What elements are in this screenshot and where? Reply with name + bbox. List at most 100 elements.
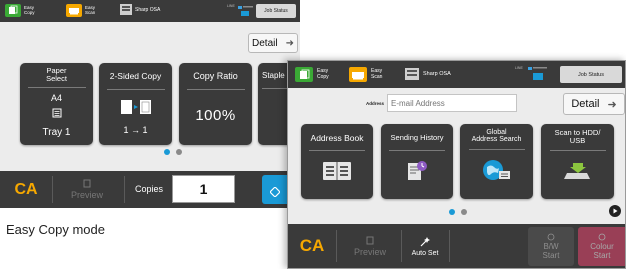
email-address-input[interactable] bbox=[387, 94, 517, 112]
sharp-osa-icon bbox=[120, 4, 132, 15]
scan-to-hdd-usb-title-line2: USB bbox=[569, 135, 586, 145]
divider bbox=[52, 176, 53, 203]
tab-sharp-osa[interactable]: Sharp OSA bbox=[405, 68, 451, 80]
sharp-osa-icon bbox=[405, 68, 419, 80]
tab-easy-copy-line2: Copy bbox=[24, 9, 35, 15]
preview-icon bbox=[83, 179, 91, 190]
line-status-text: LINE bbox=[227, 4, 235, 8]
network-status-icon bbox=[528, 66, 548, 87]
sending-history-tile[interactable]: Sending History bbox=[381, 124, 453, 199]
duplex-icon bbox=[119, 98, 153, 121]
tile-divider bbox=[389, 149, 445, 151]
page-dot-active[interactable] bbox=[164, 149, 170, 155]
play-arrow-icon bbox=[613, 208, 618, 214]
top-bar: Easy Copy Easy Scan Sharp OSA LINE Job S… bbox=[288, 61, 625, 88]
easy-copy-screen: Easy Copy Easy Scan Sharp OSA LINE Job S… bbox=[0, 0, 300, 208]
tab-sharp-osa[interactable]: Sharp OSA bbox=[120, 4, 160, 15]
two-sided-copy-title: 2-Sided Copy bbox=[109, 71, 162, 81]
copies-input[interactable]: 1 bbox=[172, 175, 235, 203]
colour-start-line2: Start bbox=[593, 250, 611, 260]
copies-label: Copies bbox=[135, 184, 164, 194]
tile-divider bbox=[309, 149, 365, 151]
easy-copy-icon bbox=[295, 67, 313, 82]
global-address-search-icon bbox=[482, 158, 512, 187]
address-book-tile[interactable]: Address Book bbox=[301, 124, 373, 199]
tab-easy-copy[interactable]: Easy Copy bbox=[5, 4, 35, 17]
preview-button[interactable]: Preview bbox=[340, 224, 400, 268]
scan-to-hdd-usb-icon bbox=[563, 159, 593, 186]
colour-start-button[interactable]: Colour Start bbox=[578, 227, 625, 266]
copy-ratio-value: 100% bbox=[195, 107, 236, 125]
job-status-button[interactable]: Job Status bbox=[560, 66, 622, 83]
tile-divider bbox=[106, 88, 165, 90]
address-book-title: Address Book bbox=[310, 133, 364, 143]
auto-set-button[interactable]: Auto Set bbox=[402, 224, 448, 268]
paper-tray-icon bbox=[52, 105, 62, 123]
easy-scan-icon bbox=[66, 4, 82, 17]
preview-button[interactable]: Preview bbox=[56, 171, 118, 208]
divider bbox=[449, 230, 450, 262]
paper-size-value: A4 bbox=[50, 92, 62, 103]
paper-select-title-line2: Select bbox=[46, 73, 67, 83]
divider bbox=[124, 176, 125, 203]
sending-history-title: Sending History bbox=[390, 133, 444, 142]
global-address-search-title-line2: Address Search bbox=[471, 136, 522, 144]
tab-easy-copy[interactable]: Easy Copy bbox=[295, 67, 329, 82]
bottom-bar: CA Preview Auto Set B/W Start Colour Sta… bbox=[288, 224, 625, 268]
easy-copy-icon bbox=[5, 4, 21, 17]
tab-sharp-osa-label: Sharp OSA bbox=[423, 71, 451, 77]
bw-start-line2: Start bbox=[542, 250, 560, 260]
tile-divider bbox=[468, 148, 525, 150]
address-book-icon bbox=[322, 161, 352, 186]
top-bar: Easy Copy Easy Scan Sharp OSA LINE Job S… bbox=[0, 0, 300, 22]
tab-easy-copy-line2: Copy bbox=[317, 73, 329, 80]
easy-scan-screen: Easy Copy Easy Scan Sharp OSA LINE Job S… bbox=[287, 60, 626, 269]
right-arrow-icon: ➜ bbox=[607, 98, 617, 111]
preview-label: Preview bbox=[70, 190, 103, 200]
copy-ratio-title: Copy Ratio bbox=[193, 71, 238, 81]
tile-divider bbox=[186, 89, 245, 91]
two-sided-copy-value: 1 → 1 bbox=[123, 124, 148, 135]
detail-button-label: Detail bbox=[252, 37, 278, 49]
detail-button[interactable]: Detail ➜ bbox=[248, 33, 298, 53]
tab-easy-scan-line2: Scan bbox=[371, 73, 383, 80]
paper-tray-value: Tray 1 bbox=[42, 126, 71, 138]
paper-select-tile[interactable]: Paper Select A4 Tray 1 bbox=[20, 63, 93, 145]
caption-easy-copy-mode: Easy Copy mode bbox=[6, 222, 105, 237]
detail-button-label: Detail bbox=[571, 98, 600, 110]
page-dot[interactable] bbox=[176, 149, 182, 155]
tab-easy-scan[interactable]: Easy Scan bbox=[349, 67, 382, 82]
bw-start-button[interactable]: B/W Start bbox=[528, 227, 574, 266]
line-status-text: LINE bbox=[515, 66, 523, 70]
staple-title: Staple bbox=[262, 71, 285, 80]
auto-set-icon bbox=[419, 236, 431, 250]
tile-divider bbox=[27, 86, 86, 88]
copy-ratio-tile[interactable]: Copy Ratio 100% bbox=[179, 63, 252, 145]
global-address-search-title-line1: Global bbox=[486, 129, 507, 136]
detail-button[interactable]: Detail ➜ bbox=[563, 93, 625, 115]
tab-easy-scan-line2: Scan bbox=[85, 9, 96, 15]
ca-button[interactable]: CA bbox=[292, 224, 332, 268]
ca-button[interactable]: CA bbox=[6, 171, 46, 208]
scan-to-hdd-usb-tile[interactable]: Scan to HDD/ USB bbox=[541, 124, 614, 199]
next-page-button[interactable] bbox=[609, 205, 621, 217]
preview-icon bbox=[366, 236, 374, 247]
start-diamond-icon bbox=[269, 184, 281, 202]
page-dot-active[interactable] bbox=[449, 209, 455, 215]
sending-history-icon bbox=[405, 159, 429, 188]
right-arrow-icon: ➜ bbox=[285, 37, 294, 49]
tab-easy-scan[interactable]: Easy Scan bbox=[66, 4, 95, 17]
bottom-bar: CA Preview Copies 1 bbox=[0, 171, 300, 208]
easy-scan-icon bbox=[349, 67, 367, 82]
global-address-search-tile[interactable]: Global Address Search bbox=[460, 124, 533, 199]
tile-divider bbox=[549, 149, 606, 151]
two-sided-copy-tile[interactable]: 2-Sided Copy 1 → 1 bbox=[99, 63, 172, 145]
auto-set-label: Auto Set bbox=[411, 249, 439, 257]
tab-sharp-osa-label: Sharp OSA bbox=[135, 6, 161, 13]
preview-label: Preview bbox=[353, 246, 386, 257]
job-status-button[interactable]: Job Status bbox=[256, 4, 296, 18]
network-status-icon bbox=[238, 4, 254, 22]
page-dot[interactable] bbox=[461, 209, 467, 215]
divider bbox=[336, 230, 337, 262]
address-label: Address bbox=[366, 101, 385, 106]
